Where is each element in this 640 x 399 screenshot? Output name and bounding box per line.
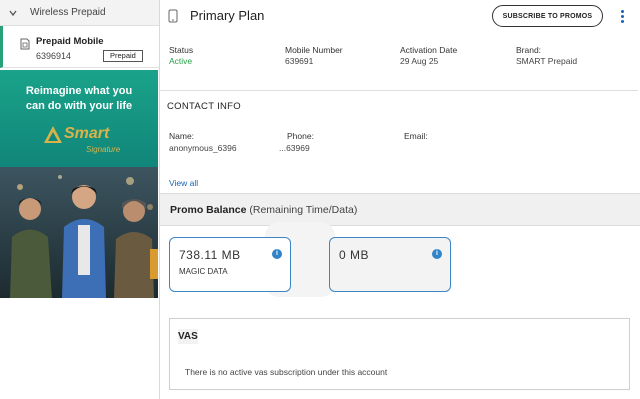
sim-card-icon (20, 38, 30, 50)
account-number: 6396914 (36, 51, 72, 61)
contact-name-value: anonymous_6396 (169, 143, 237, 153)
banner-headline-line1: Reimagine what you (25, 85, 133, 97)
smart-logo-icon (44, 126, 62, 143)
contact-email-label: Email: (404, 131, 428, 141)
section-divider (160, 90, 638, 91)
promo-balance-card[interactable]: 738.11 MB MAGIC DATA i (169, 237, 291, 292)
status-label: Status (169, 45, 194, 55)
promo-balance-card[interactable]: 0 MB i (329, 237, 451, 292)
account-type-badge: Prepaid (103, 50, 143, 62)
info-icon[interactable]: i (272, 249, 282, 259)
info-icon[interactable]: i (432, 249, 442, 259)
promo-balance-title: Promo Balance (Remaining Time/Data) (170, 204, 357, 216)
banner-headline: Reimagine what you can do with your life (0, 84, 158, 114)
sidebar: Wireless Prepaid Prepaid Mobile 6396914 … (0, 0, 160, 399)
banner-headline-line2: can do with your life (25, 100, 133, 112)
view-all-link[interactable]: View all (169, 178, 198, 188)
promo-balance-label: MAGIC DATA (179, 267, 228, 276)
brand-label: Brand: (516, 45, 542, 55)
subscribe-to-promos-button[interactable]: SUBSCRIBE TO PROMOS (492, 5, 603, 27)
promo-balance-amount: 0 MB (339, 248, 370, 262)
plan-title: Primary Plan (190, 8, 265, 23)
banner-photo (0, 167, 158, 298)
promo-banner[interactable]: Reimagine what you can do with your life… (0, 70, 158, 298)
activation-date-label: Activation Date (400, 45, 458, 55)
account-name: Prepaid Mobile (36, 36, 104, 47)
sidebar-account-item[interactable]: Prepaid Mobile 6396914 Prepaid (0, 26, 159, 68)
contact-phone-label: Phone: (287, 131, 314, 141)
vas-section: VAS There is no active vas subscription … (169, 318, 630, 390)
vas-title: VAS (178, 329, 198, 344)
sidebar-header[interactable]: Wireless Prepaid (0, 0, 159, 26)
promo-balance-header: Promo Balance (Remaining Time/Data) (160, 193, 640, 226)
chevron-down-icon[interactable] (8, 8, 18, 18)
sidebar-header-title: Wireless Prepaid (30, 7, 106, 18)
mobile-number-value: 639691 (285, 56, 314, 66)
contact-phone-value: ...63969 (279, 143, 310, 153)
vas-empty-message: There is no active vas subscription unde… (185, 367, 388, 377)
brand-logo-text: Smart (64, 125, 110, 142)
brand-logo-subtext: Signature (86, 145, 121, 154)
main-content: Primary Plan SUBSCRIBE TO PROMOS Status … (160, 0, 640, 399)
mobile-number-label: Mobile Number (285, 45, 343, 55)
promo-balance-amount: 738.11 MB (179, 248, 241, 262)
more-options-icon[interactable] (621, 10, 625, 25)
brand-value: SMART Prepaid (516, 56, 578, 66)
activation-date-value: 29 Aug 25 (400, 56, 439, 66)
promo-balance-subtitle: (Remaining Time/Data) (249, 204, 358, 216)
mobile-phone-icon (168, 9, 178, 23)
status-value: Active (169, 56, 193, 66)
contact-name-label: Name: (169, 131, 195, 141)
promo-balance-title-text: Promo Balance (170, 204, 247, 216)
contact-info-title: CONTACT INFO (167, 101, 241, 112)
